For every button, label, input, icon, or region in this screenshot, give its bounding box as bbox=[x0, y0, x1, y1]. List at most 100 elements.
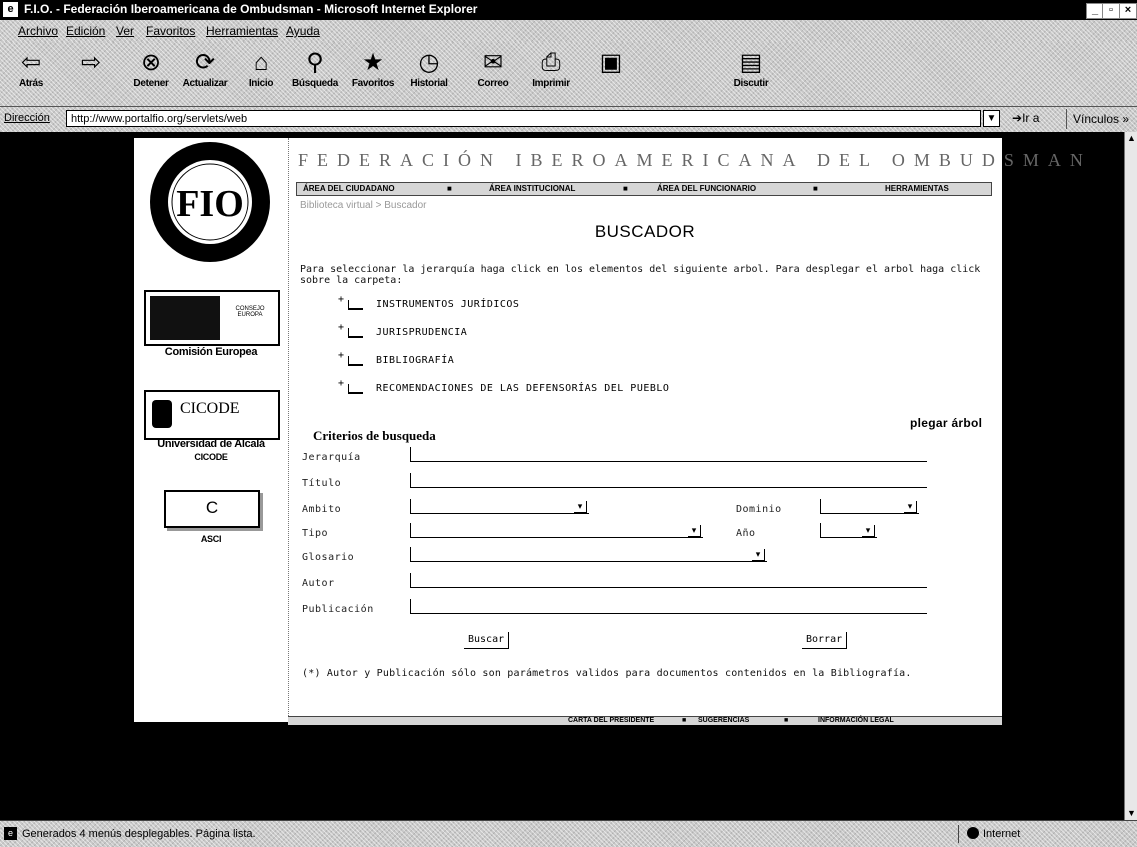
menu-favoritos[interactable]: Favoritos bbox=[146, 24, 195, 38]
folder-icon[interactable] bbox=[348, 300, 363, 310]
discuss-icon: ▤ bbox=[739, 49, 763, 76]
footer-carta[interactable]: CARTA DEL PRESIDENTE bbox=[568, 717, 654, 725]
maximize-icon[interactable]: ▫ bbox=[1102, 3, 1120, 19]
discuss-button[interactable]: ▤ Discutir bbox=[724, 46, 778, 102]
history-label: Historial bbox=[410, 78, 448, 89]
tree-item-label: RECOMENDACIONES DE LAS DEFENSORÍAS DEL P… bbox=[376, 383, 670, 394]
chevron-down-icon[interactable]: ▾ bbox=[752, 549, 765, 561]
folder-icon[interactable] bbox=[348, 328, 363, 338]
mail-icon: ✉ bbox=[482, 49, 504, 76]
scroll-up-icon[interactable]: ▲ bbox=[1125, 132, 1137, 145]
footer-info-legal[interactable]: INFORMACIÓN LEGAL bbox=[818, 717, 894, 725]
print-icon: ⎙ bbox=[541, 49, 561, 76]
ie-app-icon[interactable]: e bbox=[3, 2, 18, 17]
folder-icon[interactable] bbox=[348, 384, 363, 394]
refresh-button[interactable]: ⟳ Actualizar bbox=[178, 46, 232, 102]
address-label: Dirección bbox=[4, 112, 50, 124]
cicode-caption: Universidad de Alcalá bbox=[157, 438, 265, 450]
print-button[interactable]: ⎙ Imprimir bbox=[524, 46, 578, 102]
expand-icon[interactable]: + bbox=[338, 294, 344, 305]
chevron-down-icon[interactable]: ▾ bbox=[862, 525, 875, 537]
stop-button[interactable]: ⊗ Detener bbox=[124, 46, 178, 102]
cicode-emblem-icon bbox=[152, 400, 172, 428]
asci-logo-box[interactable]: C bbox=[164, 490, 260, 528]
window-title: F.I.O. - Federación Iberoamericana de Om… bbox=[24, 2, 478, 16]
favorites-button[interactable]: ★ Favoritos bbox=[346, 46, 400, 102]
footer-sugerencias[interactable]: SUGERENCIAS bbox=[698, 717, 749, 725]
main-content: FEDERACIÓN IBEROAMERICANA DEL OMBUDSMAN … bbox=[288, 138, 1083, 722]
chevron-down-icon[interactable]: ▾ bbox=[904, 501, 917, 513]
fold-tree-link[interactable]: plegar árbol bbox=[910, 416, 982, 430]
menu-herramientas[interactable]: Herramientas bbox=[206, 24, 278, 38]
titulo-input[interactable] bbox=[410, 473, 927, 488]
search-button[interactable]: ⚲ Búsqueda bbox=[288, 46, 342, 102]
expand-icon[interactable]: + bbox=[338, 322, 344, 333]
nav-separator: ■ bbox=[813, 184, 818, 193]
fio-logo[interactable]: FIO bbox=[142, 140, 278, 268]
home-icon: ⌂ bbox=[253, 49, 269, 76]
glosario-select[interactable]: ▾ bbox=[410, 547, 767, 562]
links-button[interactable]: Vínculos » bbox=[1066, 109, 1129, 129]
tree-item-label: BIBLIOGRAFÍA bbox=[376, 355, 455, 366]
home-label: Inicio bbox=[248, 78, 274, 89]
breadcrumb[interactable]: Biblioteca virtual > Buscador bbox=[300, 200, 426, 211]
nav-area-institucional[interactable]: ÁREA INSTITUCIONAL bbox=[489, 183, 575, 195]
expand-icon[interactable]: + bbox=[338, 378, 344, 389]
zone-label: Internet bbox=[983, 828, 1021, 840]
go-button[interactable]: ➔Ir a bbox=[1012, 111, 1039, 125]
publicacion-input[interactable] bbox=[410, 599, 927, 614]
cicode-subcaption: CICODE bbox=[194, 452, 228, 462]
address-input[interactable]: http://www.portalfio.org/servlets/web bbox=[66, 110, 981, 127]
jerarquia-input[interactable] bbox=[410, 447, 927, 462]
nav-herramientas[interactable]: HERRAMIENTAS bbox=[885, 183, 949, 195]
back-button[interactable]: ⇦ Atrás bbox=[4, 46, 58, 102]
nav-area-funcionario[interactable]: ÁREA DEL FUNCIONARIO bbox=[657, 183, 756, 195]
expand-icon[interactable]: + bbox=[338, 350, 344, 361]
scroll-down-icon[interactable]: ▼ bbox=[1125, 807, 1137, 820]
footnote: (*) Autor y Publicación sólo son parámet… bbox=[302, 668, 912, 679]
tipo-select[interactable]: ▾ bbox=[410, 523, 703, 538]
anio-select[interactable]: ▾ bbox=[820, 523, 877, 538]
history-button[interactable]: ◷ Historial bbox=[402, 46, 456, 102]
menu-ver[interactable]: Ver bbox=[116, 24, 134, 38]
forward-button[interactable]: ⇨ bbox=[64, 46, 118, 102]
menu-edicion[interactable]: Edición bbox=[66, 24, 105, 38]
dominio-select[interactable]: ▾ bbox=[820, 499, 919, 514]
home-button[interactable]: ⌂ Inicio bbox=[234, 46, 288, 102]
address-dropdown-icon[interactable]: ▼ bbox=[983, 110, 1000, 127]
close-icon[interactable]: × bbox=[1119, 3, 1137, 19]
address-bar: Dirección http://www.portalfio.org/servl… bbox=[0, 106, 1137, 134]
cicode-logo-box[interactable]: CICODE bbox=[144, 390, 280, 440]
nav-separator: ■ bbox=[623, 184, 628, 193]
refresh-label: Actualizar bbox=[182, 78, 228, 89]
page-status-icon: e bbox=[4, 827, 17, 840]
back-label: Atrás bbox=[18, 78, 44, 89]
folder-icon[interactable] bbox=[348, 356, 363, 366]
clear-button[interactable]: Borrar bbox=[802, 632, 848, 649]
search-label: Búsqueda bbox=[292, 78, 338, 89]
nav-area-ciudadano[interactable]: ÁREA DEL CIUDADANO bbox=[303, 183, 395, 195]
nav-separator: ■ bbox=[682, 717, 687, 724]
go-label: Ir a bbox=[1022, 111, 1040, 125]
tree-item-label: INSTRUMENTOS JURÍDICOS bbox=[376, 299, 520, 310]
mail-button[interactable]: ✉ Correo bbox=[466, 46, 520, 102]
history-icon: ◷ bbox=[418, 49, 440, 76]
ambito-select[interactable]: ▾ bbox=[410, 499, 589, 514]
menu-ayuda[interactable]: Ayuda bbox=[286, 24, 320, 38]
chevron-down-icon[interactable]: ▾ bbox=[574, 501, 587, 513]
eu-logo-box[interactable]: CONSEJO EUROPA bbox=[144, 290, 280, 346]
vertical-scrollbar[interactable]: ▲ ▼ bbox=[1124, 132, 1137, 820]
favorites-icon: ★ bbox=[362, 49, 384, 76]
page-title: BUSCADOR bbox=[594, 222, 696, 241]
chevron-down-icon[interactable]: ▾ bbox=[688, 525, 701, 537]
edit-button[interactable]: ▣ bbox=[584, 46, 638, 102]
menu-bar: Archivo Edición Ver Favoritos Herramient… bbox=[0, 20, 1137, 42]
footer-nav: CARTA DEL PRESIDENTE ■ SUGERENCIAS ■ INF… bbox=[288, 716, 1002, 725]
go-arrow-icon: ➔ bbox=[1012, 111, 1023, 125]
nav-separator: ■ bbox=[447, 184, 452, 193]
autor-input[interactable] bbox=[410, 573, 927, 588]
search-submit-button[interactable]: Buscar bbox=[464, 632, 510, 649]
instructions-text: Para seleccionar la jerarquía haga click… bbox=[300, 264, 981, 286]
globe-icon bbox=[967, 827, 979, 839]
menu-archivo[interactable]: Archivo bbox=[18, 24, 58, 38]
